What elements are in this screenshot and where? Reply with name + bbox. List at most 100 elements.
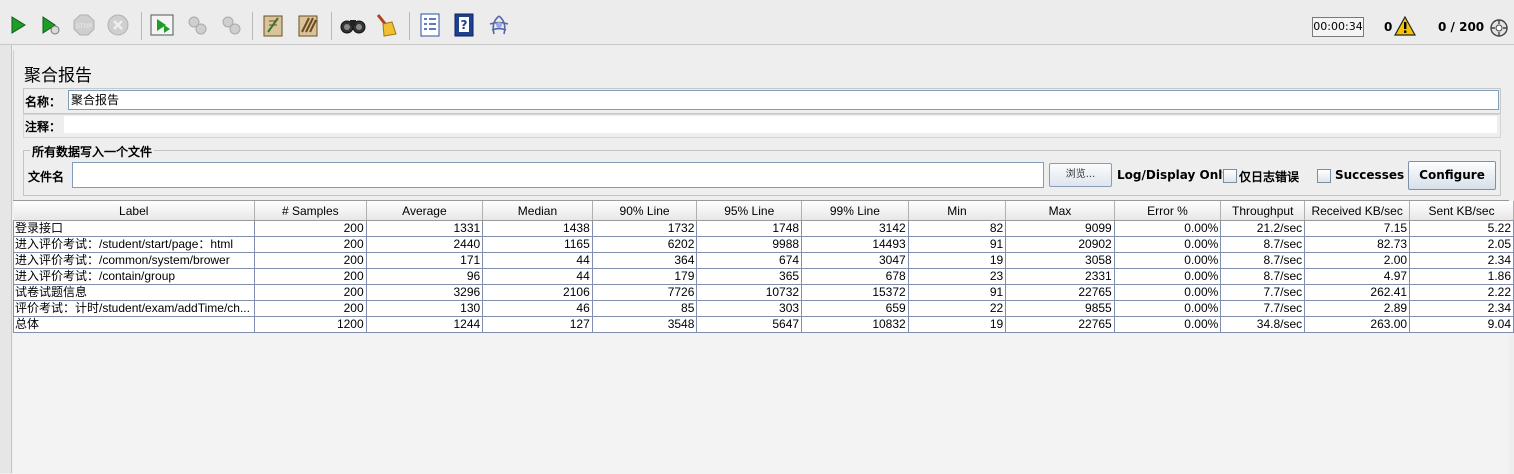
- table-row[interactable]: 登录接口 200 1331 1438 1732 1748 3142 82 9099 0.00% 21…: [13, 220, 1514, 237]
- row-value-cell: 303: [696, 300, 803, 317]
- write-to-file-title: 所有数据写入一个文件: [30, 143, 155, 160]
- start-icon[interactable]: [3, 10, 33, 40]
- row-value-cell: 3548: [591, 316, 698, 333]
- row-value-cell: 1331: [365, 220, 484, 237]
- row-value-cell: 0.00%: [1113, 268, 1222, 285]
- shutdown-icon[interactable]: [103, 10, 133, 40]
- row-value-cell: 2440: [365, 236, 484, 253]
- row-value-cell: 263.00: [1304, 316, 1411, 333]
- col-header-error[interactable]: Error %: [1114, 201, 1222, 221]
- row-value-cell: 85: [591, 300, 698, 317]
- aggregate-results-table: Label # Samples Average Median 90% Line …: [13, 201, 1514, 333]
- col-header-90-line[interactable]: 90% Line: [592, 201, 698, 221]
- start-no-pause-icon[interactable]: [35, 10, 65, 40]
- table-row[interactable]: 评价考试：计时/student/exam/addTime/ch... 200 130…: [13, 300, 1514, 317]
- col-header-min[interactable]: Min: [908, 201, 1007, 221]
- row-value-cell: 678: [801, 268, 909, 285]
- col-header-average[interactable]: Average: [366, 201, 484, 221]
- browse-button[interactable]: 浏览...: [1049, 163, 1112, 187]
- row-value-cell: 2.34: [1409, 300, 1514, 317]
- row-value-cell: 96: [365, 268, 484, 285]
- search-binoculars-icon[interactable]: [338, 10, 368, 40]
- reset-search-broom-icon[interactable]: [370, 10, 400, 40]
- row-value-cell: 1165: [482, 236, 593, 253]
- filename-label: 文件名: [28, 170, 65, 184]
- row-value-cell: 364: [591, 252, 698, 269]
- log-viewer-icon[interactable]: [484, 10, 514, 40]
- row-value-cell: 2.05: [1409, 236, 1514, 253]
- row-value-cell: 14493: [801, 236, 909, 253]
- successes-label[interactable]: Successes: [1335, 168, 1404, 182]
- clear-icon[interactable]: [258, 10, 288, 40]
- row-value-cell: 2.22: [1409, 284, 1514, 301]
- row-value-cell: 7.15: [1304, 220, 1411, 237]
- help-icon[interactable]: ?: [449, 10, 479, 40]
- row-value-cell: 3296: [365, 284, 484, 301]
- comment-label: 注释：: [25, 120, 62, 134]
- row-value-cell: 200: [253, 236, 367, 253]
- filename-field[interactable]: [72, 162, 1044, 188]
- col-header-median[interactable]: Median: [482, 201, 593, 221]
- col-header-received[interactable]: Received KB/sec: [1304, 201, 1411, 221]
- remote-stop-all-icon[interactable]: [182, 10, 212, 40]
- remote-start-all-icon[interactable]: [147, 10, 177, 40]
- configure-button[interactable]: Configure: [1408, 161, 1496, 190]
- table-row[interactable]: 进入评价考试：/common/system/brower 200 171 44 364 6…: [13, 252, 1514, 269]
- row-value-cell: 3142: [801, 220, 909, 237]
- errors-only-label[interactable]: 仅日志错误: [1239, 168, 1299, 185]
- successes-checkbox[interactable]: [1317, 169, 1331, 183]
- row-value-cell: 127: [482, 316, 593, 333]
- function-helper-icon[interactable]: [415, 10, 445, 40]
- row-value-cell: 0.00%: [1113, 300, 1222, 317]
- comment-field[interactable]: [64, 116, 1497, 133]
- errors-only-checkbox[interactable]: [1223, 169, 1237, 183]
- col-header-max[interactable]: Max: [1005, 201, 1115, 221]
- row-value-cell: 200: [253, 220, 367, 237]
- tree-panel-edge[interactable]: [0, 45, 12, 473]
- remote-engine-globe-icon[interactable]: [1489, 18, 1509, 41]
- row-value-cell: 659: [801, 300, 909, 317]
- clear-all-icon[interactable]: [293, 10, 323, 40]
- table-row[interactable]: 进入评价考试：/student/start/page：html 200 2440 11…: [13, 236, 1514, 253]
- row-label-cell: 总体: [13, 316, 255, 333]
- col-header-samples[interactable]: # Samples: [254, 201, 367, 221]
- row-label-cell: 评价考试：计时/student/exam/addTime/ch...: [13, 300, 255, 317]
- elapsed-timer: 00:00:34: [1312, 17, 1364, 37]
- row-value-cell: 1438: [482, 220, 593, 237]
- stop-icon[interactable]: STOP: [69, 10, 99, 40]
- row-value-cell: 1200: [253, 316, 367, 333]
- col-header-sent[interactable]: Sent KB/sec: [1409, 201, 1514, 221]
- row-value-cell: 2106: [482, 284, 593, 301]
- row-value-cell: 23: [907, 268, 1007, 285]
- row-value-cell: 82: [907, 220, 1007, 237]
- col-header-95-line[interactable]: 95% Line: [696, 201, 803, 221]
- table-row[interactable]: 总体 1200 1244 127 3548 5647 10832 19 22765 0.00% 34…: [13, 316, 1514, 333]
- row-value-cell: 46: [482, 300, 593, 317]
- name-field[interactable]: 聚合报告: [68, 90, 1499, 110]
- row-value-cell: 15372: [801, 284, 909, 301]
- row-value-cell: 21.2/sec: [1220, 220, 1306, 237]
- row-value-cell: 2.00: [1304, 252, 1411, 269]
- row-value-cell: 1244: [365, 316, 484, 333]
- svg-text:STOP: STOP: [76, 23, 92, 30]
- row-value-cell: 2.34: [1409, 252, 1514, 269]
- row-value-cell: 5.22: [1409, 220, 1514, 237]
- col-header-throughput[interactable]: Throughput: [1220, 201, 1306, 221]
- col-header-99-line[interactable]: 99% Line: [801, 201, 909, 221]
- table-row[interactable]: 进入评价考试：/contain/group 200 96 44 179 365 678 23 2…: [13, 268, 1514, 285]
- row-value-cell: 171: [365, 252, 484, 269]
- row-value-cell: 0.00%: [1113, 236, 1222, 253]
- table-row[interactable]: 试卷试题信息 200 3296 2106 7726 10732 15372 91 22765 0.…: [13, 284, 1514, 301]
- row-label-cell: 进入评价考试：/contain/group: [13, 268, 255, 285]
- warning-icon[interactable]: [1393, 15, 1417, 39]
- row-value-cell: 200: [253, 284, 367, 301]
- col-header-label[interactable]: Label: [13, 201, 255, 221]
- row-value-cell: 22765: [1005, 284, 1115, 301]
- row-value-cell: 200: [253, 268, 367, 285]
- row-value-cell: 365: [696, 268, 803, 285]
- name-label: 名称：: [25, 95, 62, 109]
- row-value-cell: 0.00%: [1113, 316, 1222, 333]
- row-value-cell: 179: [591, 268, 698, 285]
- row-value-cell: 674: [696, 252, 803, 269]
- remote-shutdown-all-icon[interactable]: [216, 10, 246, 40]
